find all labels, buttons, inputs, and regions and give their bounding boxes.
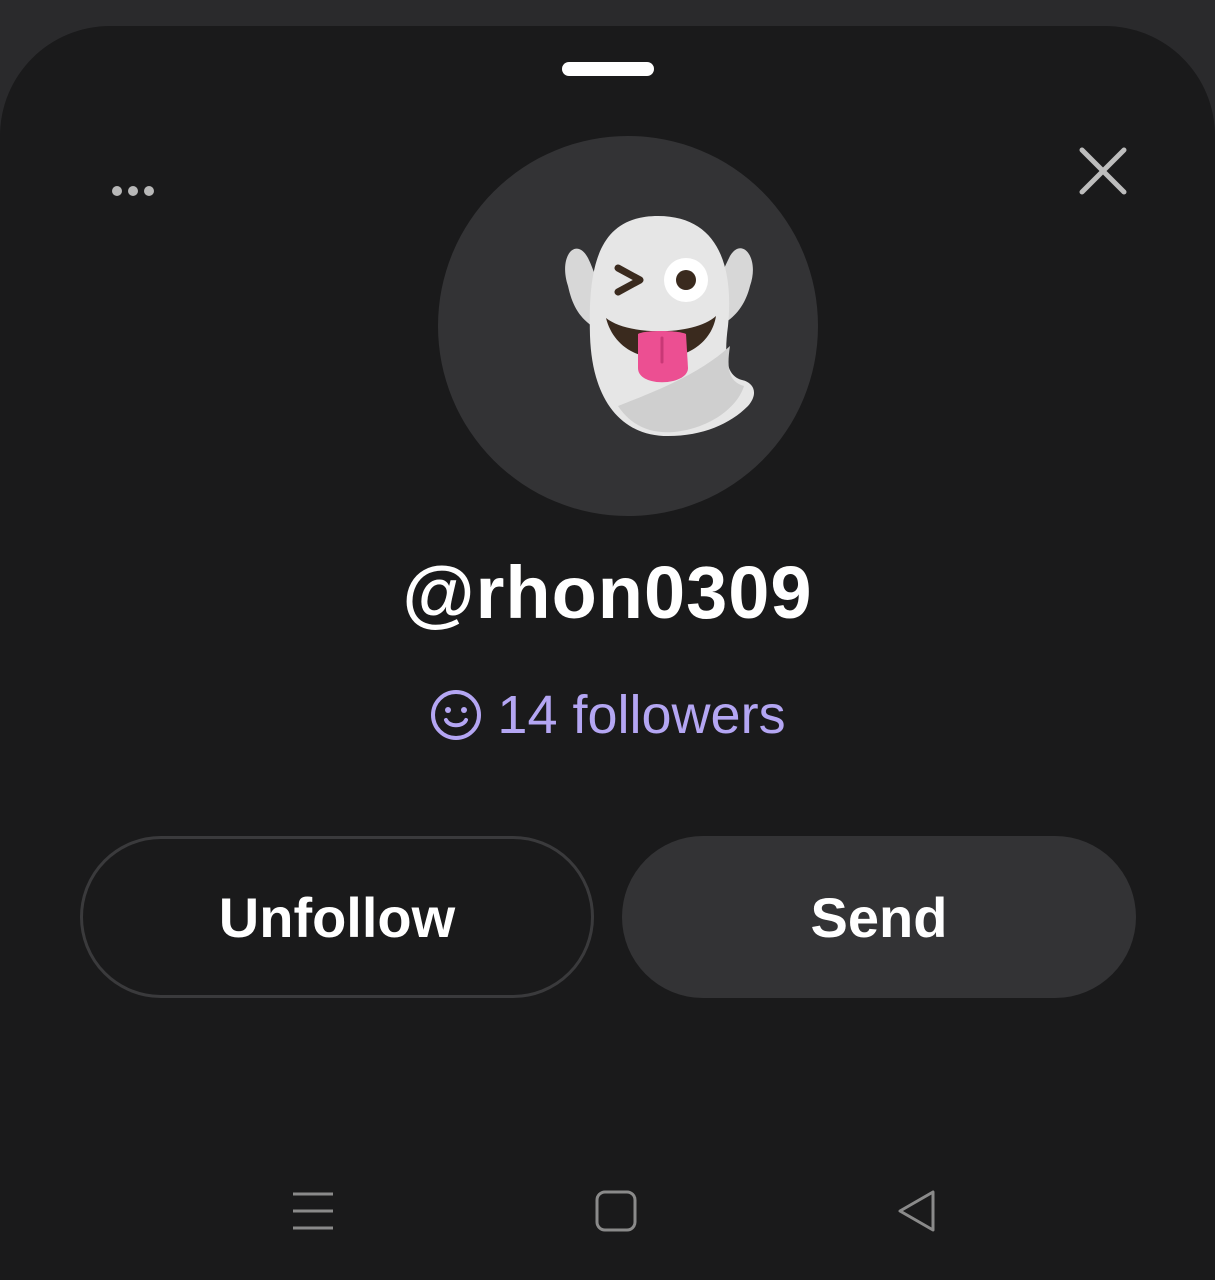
- menu-lines-icon: [293, 1192, 333, 1230]
- close-icon: [1079, 147, 1127, 195]
- followers-count[interactable]: 14 followers: [0, 684, 1215, 746]
- more-horizontal-icon: [112, 186, 154, 196]
- username: @rhon0309: [402, 551, 813, 634]
- more-options-button[interactable]: [100, 166, 166, 216]
- unfollow-label: Unfollow: [218, 885, 456, 949]
- close-button[interactable]: [1068, 136, 1138, 206]
- avatar: [438, 136, 818, 516]
- ghost-emoji-icon: [565, 216, 755, 436]
- smiley-icon: [431, 690, 482, 740]
- send-label: Send: [810, 885, 948, 949]
- followers-label: 14 followers: [497, 685, 786, 745]
- back-button[interactable]: [882, 1176, 952, 1246]
- recents-button[interactable]: [278, 1176, 348, 1246]
- home-button[interactable]: [581, 1176, 651, 1246]
- profile-sheet: @rhon0309 14 followers Unfollow Send: [0, 26, 1215, 1280]
- send-button[interactable]: Send: [622, 836, 1136, 998]
- home-square-icon: [595, 1190, 637, 1232]
- system-nav-bar: [0, 1166, 1215, 1256]
- drag-handle[interactable]: [562, 62, 654, 76]
- back-triangle-icon: [898, 1190, 935, 1232]
- unfollow-button[interactable]: Unfollow: [80, 836, 594, 998]
